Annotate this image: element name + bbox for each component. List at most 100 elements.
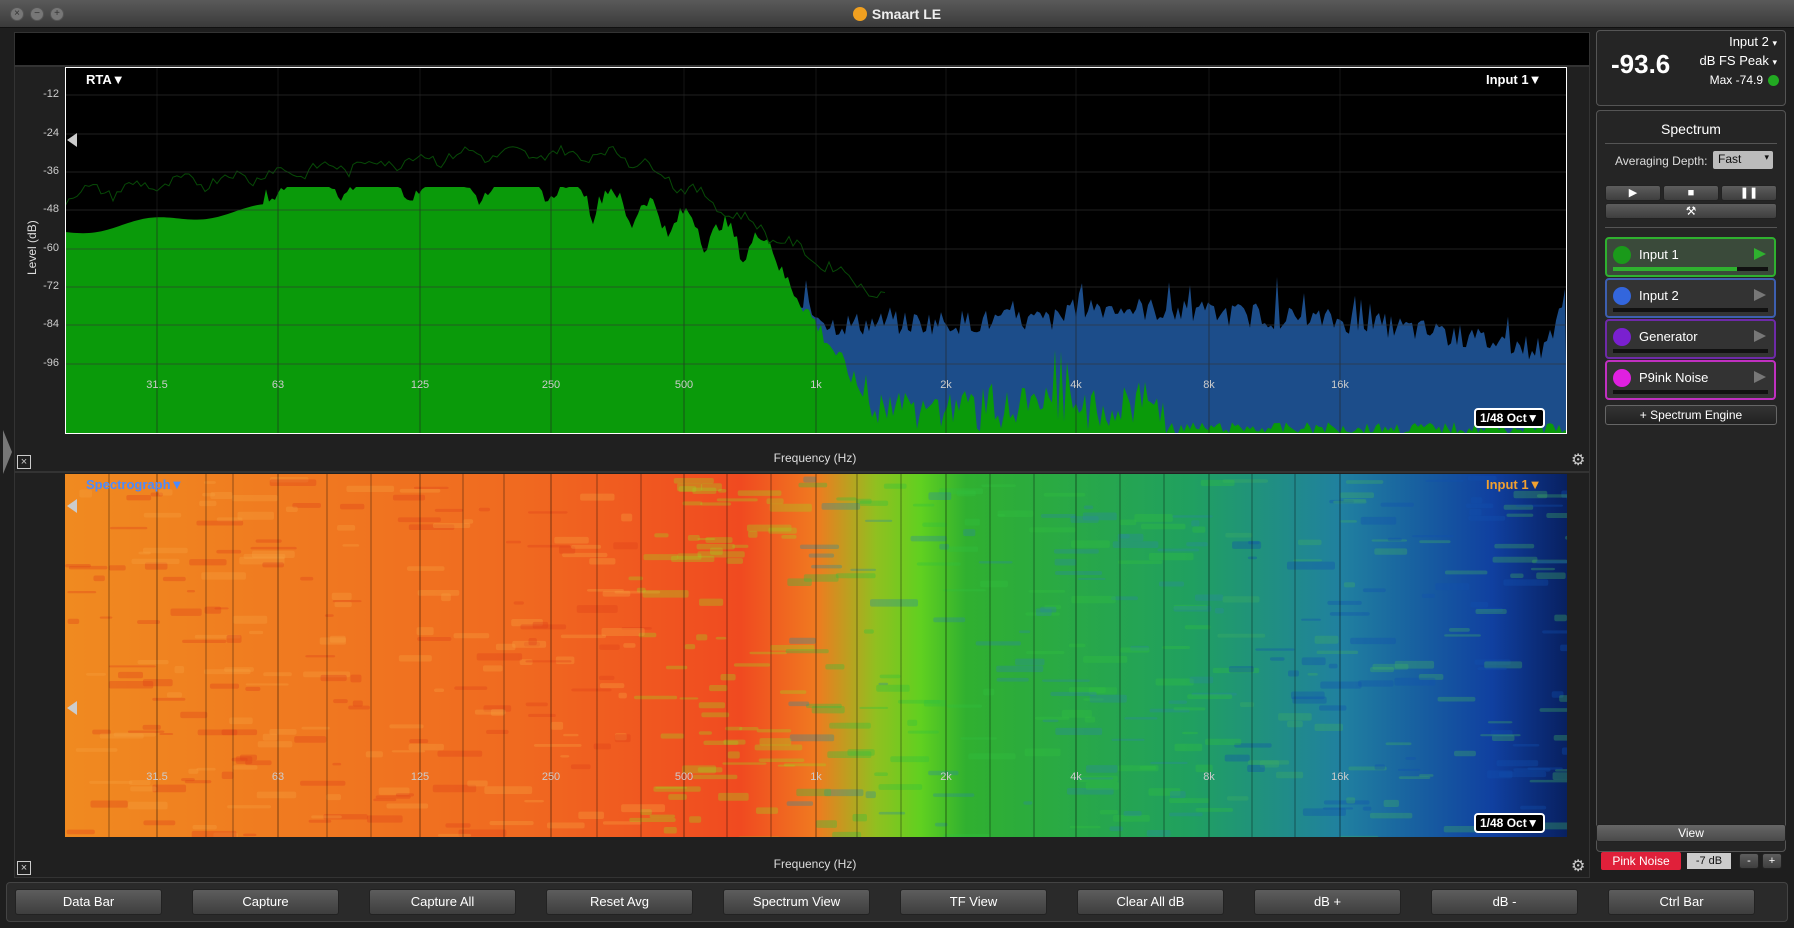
averaging-depth-select[interactable]: Fast ▾ (1713, 151, 1773, 169)
engine-generator[interactable]: Generator (1605, 319, 1776, 359)
capture-button[interactable]: Capture (192, 889, 339, 915)
spectrograph-texture (1360, 516, 1397, 525)
spectrograph-close-icon[interactable]: × (17, 861, 31, 875)
spectrograph-texture (1269, 657, 1285, 661)
add-spectrum-engine-button[interactable]: + Spectrum Engine (1605, 405, 1777, 425)
spectrograph-texture (248, 630, 264, 635)
spectrograph-texture (621, 804, 665, 813)
spectrograph-texture (943, 589, 986, 592)
start-button[interactable]: ▶ (1605, 185, 1661, 201)
rta-resolution-dropdown[interactable]: 1/48 Oct▼ (1474, 408, 1545, 428)
rta-settings-gear-icon[interactable]: ⚙ (1571, 453, 1587, 469)
db-minus-button[interactable]: dB - (1431, 889, 1578, 915)
spectrograph-texture (1515, 504, 1564, 507)
engine-play-icon[interactable] (1754, 371, 1766, 383)
spectrograph-texture (1119, 534, 1130, 539)
spectrograph-texture (375, 795, 411, 799)
data-bar-button[interactable]: Data Bar (15, 889, 162, 915)
spectrograph-texture (1345, 480, 1384, 484)
spectrograph-mode-dropdown[interactable]: Spectrograph▼ (86, 477, 183, 492)
spectrograph-texture (1173, 606, 1212, 612)
spectrograph-texture (727, 751, 740, 759)
spectrograph-texture (1174, 743, 1203, 752)
spectrograph-x-tick-label: 2k (940, 771, 952, 783)
spectrograph-top-marker[interactable] (67, 499, 77, 513)
spectrograph-x-tick-label: 8k (1203, 771, 1215, 783)
spectrograph-texture (660, 733, 684, 739)
clear-all-db-button[interactable]: Clear All dB (1077, 889, 1224, 915)
spectrograph-texture (601, 627, 645, 636)
spectrograph-texture (1225, 532, 1253, 538)
spectrograph-texture (787, 578, 812, 586)
rta-level-marker[interactable] (67, 133, 77, 147)
stop-button[interactable]: ■ (1663, 185, 1719, 201)
spectrograph-texture (697, 538, 716, 541)
spectrograph-texture (1118, 560, 1163, 565)
spectrograph-texture (859, 500, 889, 506)
engine-play-icon[interactable] (1754, 248, 1766, 260)
spectrograph-texture (589, 558, 616, 565)
spectrograph-texture (528, 637, 537, 646)
spectrograph-texture (99, 733, 144, 739)
meter-unit-dropdown[interactable]: dB FS Peak ▾ (1699, 53, 1777, 68)
meter-input-dropdown[interactable]: Input 2 ▾ (1729, 34, 1777, 49)
spectrograph-texture (1307, 672, 1318, 676)
spectrograph-texture (245, 760, 272, 766)
generator-increase-button[interactable]: + (1762, 853, 1782, 869)
spectrograph-input-dropdown[interactable]: Input 1▼ (1486, 477, 1541, 492)
spectrograph-texture (876, 684, 910, 692)
spectrograph-texture (1301, 618, 1321, 621)
engine-play-icon[interactable] (1754, 289, 1766, 301)
spectrograph-texture (245, 683, 289, 686)
spectrograph-settings-gear-icon[interactable]: ⚙ (1571, 859, 1587, 875)
rta-close-icon[interactable]: × (17, 455, 31, 469)
rta-y-tick-label: -60 (43, 242, 59, 254)
spectrograph-texture (1111, 738, 1145, 741)
tf-view-button[interactable]: TF View (900, 889, 1047, 915)
spectrograph-texture (201, 572, 246, 580)
spectrograph-texture (1327, 600, 1362, 605)
pause-button[interactable]: ❚❚ (1721, 185, 1777, 201)
db-plus-button[interactable]: dB + (1254, 889, 1401, 915)
spectrograph-texture (1385, 742, 1412, 746)
engine-pink-noise[interactable]: P9ink Noise (1605, 360, 1776, 400)
generator-level-field[interactable]: -7 dB (1687, 853, 1731, 869)
spectrum-view-button[interactable]: Spectrum View (723, 889, 870, 915)
generator-decrease-button[interactable]: - (1739, 853, 1759, 869)
engine-level-meter (1613, 349, 1768, 353)
rta-y-tick-label: -72 (43, 280, 59, 292)
spectrograph-resolution-dropdown[interactable]: 1/48 Oct▼ (1474, 813, 1545, 833)
spectrograph-texture (524, 799, 544, 803)
averaging-depth-value: Fast (1718, 152, 1742, 166)
rta-mode-dropdown[interactable]: RTA▼ (86, 72, 125, 87)
spectrograph-texture (1316, 650, 1359, 655)
pause-icon: ❚❚ (1739, 187, 1759, 199)
reset-avg-button[interactable]: Reset Avg (546, 889, 693, 915)
rta-input-dropdown[interactable]: Input 1▼ (1486, 72, 1541, 87)
view-button[interactable]: View (1596, 824, 1786, 842)
spectrograph-texture (725, 726, 743, 731)
spectrograph-texture (943, 834, 991, 837)
spectrograph-texture (454, 686, 488, 690)
pink-noise-generator-button[interactable]: Pink Noise (1601, 852, 1681, 870)
sidebar-collapse-handle[interactable] (3, 430, 12, 474)
spectrograph-texture (766, 498, 784, 505)
spectrograph-texture (407, 566, 445, 571)
spectrograph-texture (1554, 614, 1567, 622)
spectrograph-texture (1205, 738, 1242, 745)
engine-input-2[interactable]: Input 2 (1605, 278, 1776, 318)
spectrograph-texture (337, 524, 356, 531)
engine-play-icon[interactable] (1754, 330, 1766, 342)
spectrograph-texture (1340, 520, 1357, 523)
spectrograph-texture (174, 665, 185, 674)
spectrograph-texture (698, 702, 726, 709)
spectrograph-bottom-marker[interactable] (67, 701, 77, 715)
spectrograph-texture (221, 771, 234, 780)
spectrograph-texture (441, 593, 451, 602)
tools-button[interactable]: ⚒ (1605, 203, 1777, 219)
capture-all-button[interactable]: Capture All (369, 889, 516, 915)
spectrograph-texture (186, 589, 196, 593)
spectrograph-texture (1071, 595, 1116, 604)
ctrl-bar-button[interactable]: Ctrl Bar (1608, 889, 1755, 915)
engine-input-1[interactable]: Input 1 (1605, 237, 1776, 277)
